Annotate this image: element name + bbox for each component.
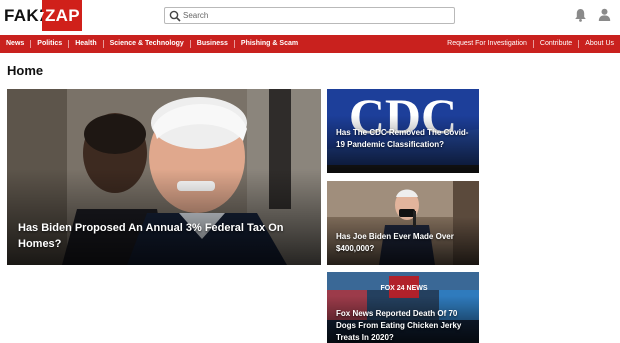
nav-item-phishing-scam[interactable]: Phishing & Scam	[235, 40, 304, 48]
nav-item-politics[interactable]: Politics	[31, 40, 70, 48]
search-input[interactable]	[183, 9, 451, 22]
logo[interactable]: FAKE ZAP	[4, 0, 82, 31]
story-headline[interactable]: Has Joe Biden Ever Made Over $400,000?	[336, 231, 476, 255]
user-icon[interactable]	[598, 8, 611, 21]
featured-story-card[interactable]: Has Biden Proposed An Annual 3% Federal …	[7, 89, 321, 265]
nav-item-about-us[interactable]: About Us	[579, 40, 620, 48]
nav-categories: News Politics Health Science & Technolog…	[0, 35, 304, 53]
main-nav: News Politics Health Science & Technolog…	[0, 35, 620, 53]
story-card[interactable]: FOX 24 NEWS Fox News Reported Death Of 7…	[327, 272, 479, 343]
story-headline[interactable]: Fox News Reported Death Of 70 Dogs From …	[336, 308, 476, 343]
story-image-text: FOX 24 NEWS	[380, 285, 427, 292]
nav-item-contribute[interactable]: Contribute	[534, 40, 580, 48]
story-headline[interactable]: Has The CDC Removed The Covid-19 Pandemi…	[336, 127, 476, 151]
nav-item-science-technology[interactable]: Science & Technology	[104, 40, 191, 48]
site-header: FAKE ZAP	[0, 0, 620, 34]
search-icon	[169, 10, 181, 22]
page-title: Home	[7, 63, 44, 78]
nav-item-health[interactable]: Health	[69, 40, 104, 48]
story-card[interactable]: CDC Has The CDC Removed The Covid-19 Pan…	[327, 89, 479, 173]
bell-icon[interactable]	[574, 8, 587, 22]
nav-item-request-investigation[interactable]: Request For Investigation	[441, 40, 534, 48]
featured-story-headline[interactable]: Has Biden Proposed An Annual 3% Federal …	[18, 220, 308, 252]
nav-utility: Request For Investigation Contribute Abo…	[441, 35, 620, 53]
nav-item-news[interactable]: News	[0, 40, 32, 48]
search-bar[interactable]	[164, 7, 455, 24]
story-card[interactable]: Has Joe Biden Ever Made Over $400,000?	[327, 181, 479, 265]
lightning-bolt-icon	[36, 3, 44, 28]
nav-item-business[interactable]: Business	[191, 40, 235, 48]
logo-word-zap: ZAP	[45, 6, 80, 25]
